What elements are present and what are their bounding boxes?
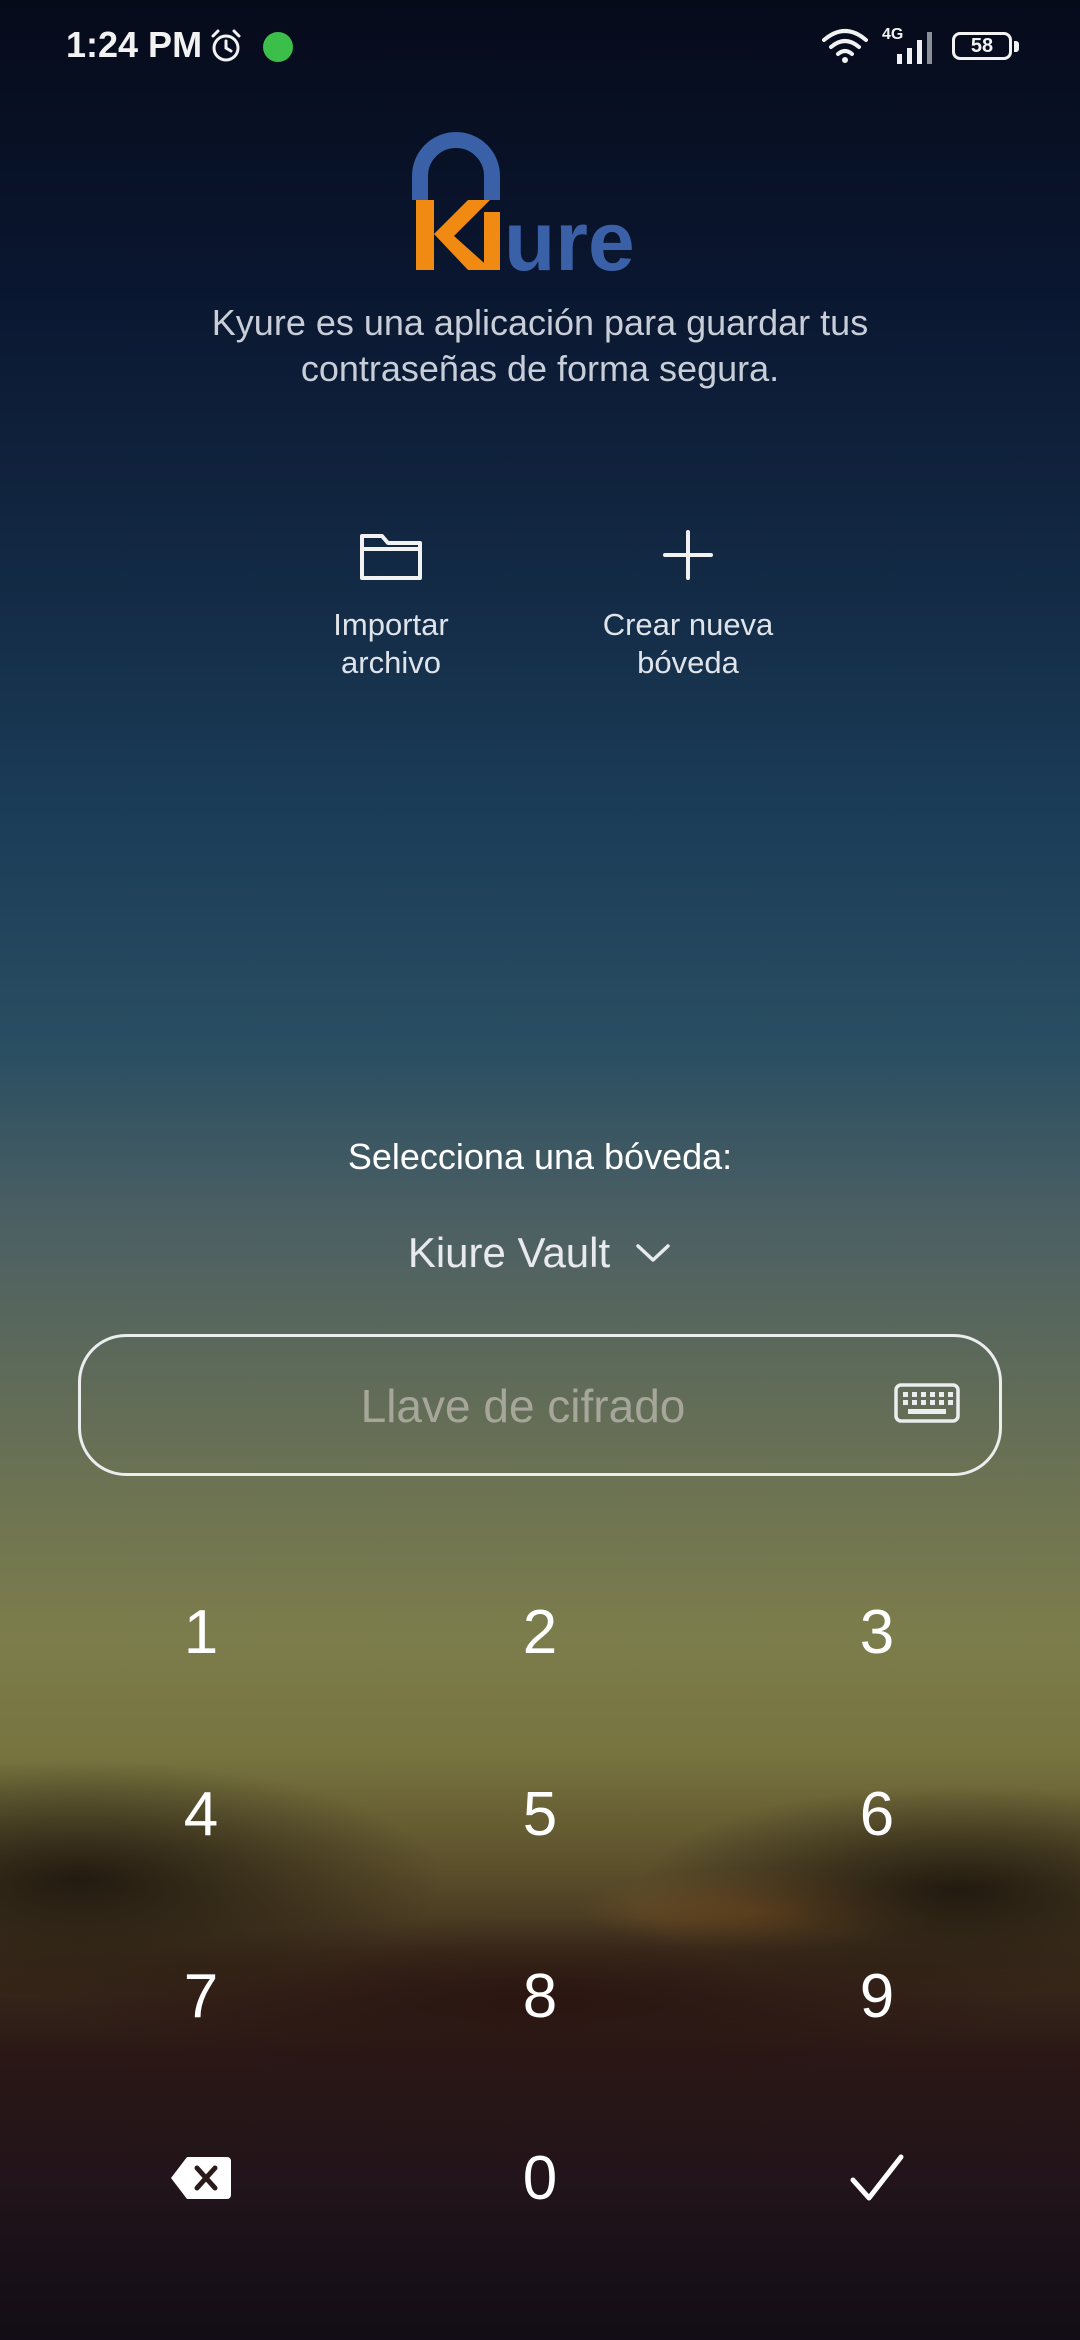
keypad-delete-button[interactable]	[111, 2108, 291, 2248]
import-file-button[interactable]: Importar archivo	[281, 520, 501, 682]
svg-text:ure: ure	[504, 194, 635, 278]
folder-icon	[360, 534, 422, 580]
battery-icon: 58	[952, 32, 1012, 60]
vault-selected-value: Kiure Vault	[407, 1229, 611, 1276]
keyboard-icon[interactable]	[894, 1383, 960, 1423]
wifi-icon	[822, 29, 868, 63]
check-icon	[850, 2154, 904, 2201]
backspace-icon	[171, 2157, 231, 2199]
app-tagline: Kyure es una aplicación para guardar tus…	[211, 302, 869, 389]
keypad-confirm-button[interactable]	[787, 2108, 967, 2248]
signal-icon	[897, 32, 932, 64]
keypad-key-7[interactable]: 7	[111, 1926, 291, 2066]
encryption-key-field	[78, 1334, 1002, 1476]
keypad-key-2[interactable]: 2	[450, 1562, 630, 1702]
alarm-icon	[211, 29, 241, 62]
kiure-logo: ure	[412, 132, 635, 278]
vault-dropdown[interactable]: Kiure Vault	[380, 1218, 700, 1288]
encryption-key-input[interactable]	[181, 1337, 865, 1475]
status-bar: 1:24 PM 4G 58	[0, 0, 1080, 96]
keypad-key-6[interactable]: 6	[787, 1744, 967, 1884]
keypad-key-3[interactable]: 3	[787, 1562, 967, 1702]
chevron-down-icon	[636, 1244, 670, 1262]
app-notification-icon	[263, 32, 293, 62]
create-vault-label: Crear nueva bóveda	[602, 607, 774, 680]
import-file-label: Importar archivo	[333, 607, 449, 680]
vault-select-label: Selecciona una bóveda:	[347, 1136, 733, 1177]
status-time: 1:24 PM	[66, 24, 203, 65]
keypad-key-5[interactable]: 5	[450, 1744, 630, 1884]
keypad-key-4[interactable]: 4	[111, 1744, 291, 1884]
keypad-key-8[interactable]: 8	[450, 1926, 630, 2066]
keypad-key-1[interactable]: 1	[111, 1562, 291, 1702]
battery-tip	[1014, 41, 1019, 52]
keypad-key-0[interactable]: 0	[450, 2108, 630, 2248]
create-vault-button[interactable]: Crear nueva bóveda	[578, 520, 798, 682]
plus-icon	[663, 530, 713, 580]
keypad-key-9[interactable]: 9	[787, 1926, 967, 2066]
